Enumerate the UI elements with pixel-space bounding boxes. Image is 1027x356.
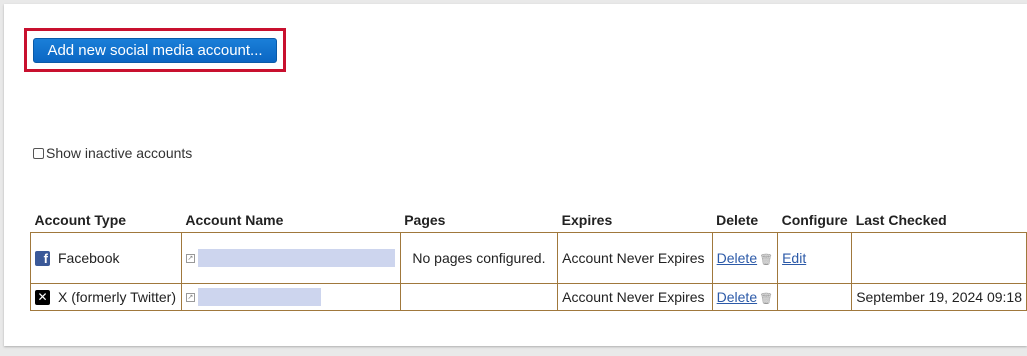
- trash-icon[interactable]: 🗑: [759, 254, 773, 266]
- add-social-account-button[interactable]: Add new social media account...: [33, 38, 277, 63]
- header-account-type: Account Type: [34, 212, 127, 228]
- show-inactive-checkbox[interactable]: [33, 147, 44, 159]
- table-row: f Facebook ↗ No pages configured. Accoun…: [30, 232, 1027, 284]
- account-name-cell: ↗: [180, 232, 401, 284]
- content-panel: Add new social media account... Show ina…: [4, 4, 1027, 346]
- header-delete: Delete: [716, 212, 759, 228]
- pages-cell: No pages configured.: [399, 232, 559, 284]
- configure-cell: Edit: [777, 232, 853, 284]
- external-link-icon[interactable]: ↗: [185, 253, 195, 263]
- account-type-cell: f Facebook: [30, 232, 182, 284]
- external-link-icon[interactable]: ↗: [185, 292, 195, 302]
- show-inactive-toggle[interactable]: Show inactive accounts: [33, 145, 192, 161]
- edit-link[interactable]: Edit: [782, 250, 806, 266]
- header-configure: Configure: [781, 212, 848, 228]
- last-checked-cell: [851, 232, 1027, 284]
- accounts-table: Account Type Account Name Pages Expires …: [30, 208, 1027, 311]
- expires-cell: Account Never Expires: [557, 283, 713, 311]
- delete-cell: Delete 🗑: [711, 232, 779, 284]
- account-type-cell: ✕ X (formerly Twitter): [30, 283, 182, 311]
- header-pages: Pages: [404, 212, 446, 228]
- table-row: ✕ X (formerly Twitter) ↗ Account Never E…: [30, 283, 1027, 311]
- account-name-cell: ↗: [180, 283, 401, 311]
- delete-link[interactable]: Delete: [717, 250, 757, 266]
- facebook-icon: f: [35, 250, 50, 266]
- trash-icon[interactable]: 🗑: [759, 293, 773, 305]
- x-icon: ✕: [35, 289, 50, 305]
- last-checked-cell: September 19, 2024 09:18: [851, 283, 1027, 311]
- delete-cell: Delete 🗑: [711, 283, 779, 311]
- pages-cell: [399, 283, 559, 311]
- configure-cell: [777, 283, 853, 311]
- redacted-account-name[interactable]: [197, 249, 395, 267]
- add-button-highlight: Add new social media account...: [24, 28, 286, 72]
- header-last-checked: Last Checked: [855, 212, 947, 228]
- expires-cell: Account Never Expires: [557, 232, 713, 284]
- table-header-row: Account Type Account Name Pages Expires …: [31, 208, 1027, 233]
- account-type-label: X (formerly Twitter): [58, 289, 176, 305]
- delete-link[interactable]: Delete: [717, 289, 757, 305]
- account-type-label: Facebook: [58, 250, 120, 266]
- show-inactive-label: Show inactive accounts: [46, 145, 193, 161]
- header-expires: Expires: [561, 212, 613, 228]
- redacted-account-name[interactable]: [197, 288, 321, 306]
- header-account-name: Account Name: [185, 212, 284, 228]
